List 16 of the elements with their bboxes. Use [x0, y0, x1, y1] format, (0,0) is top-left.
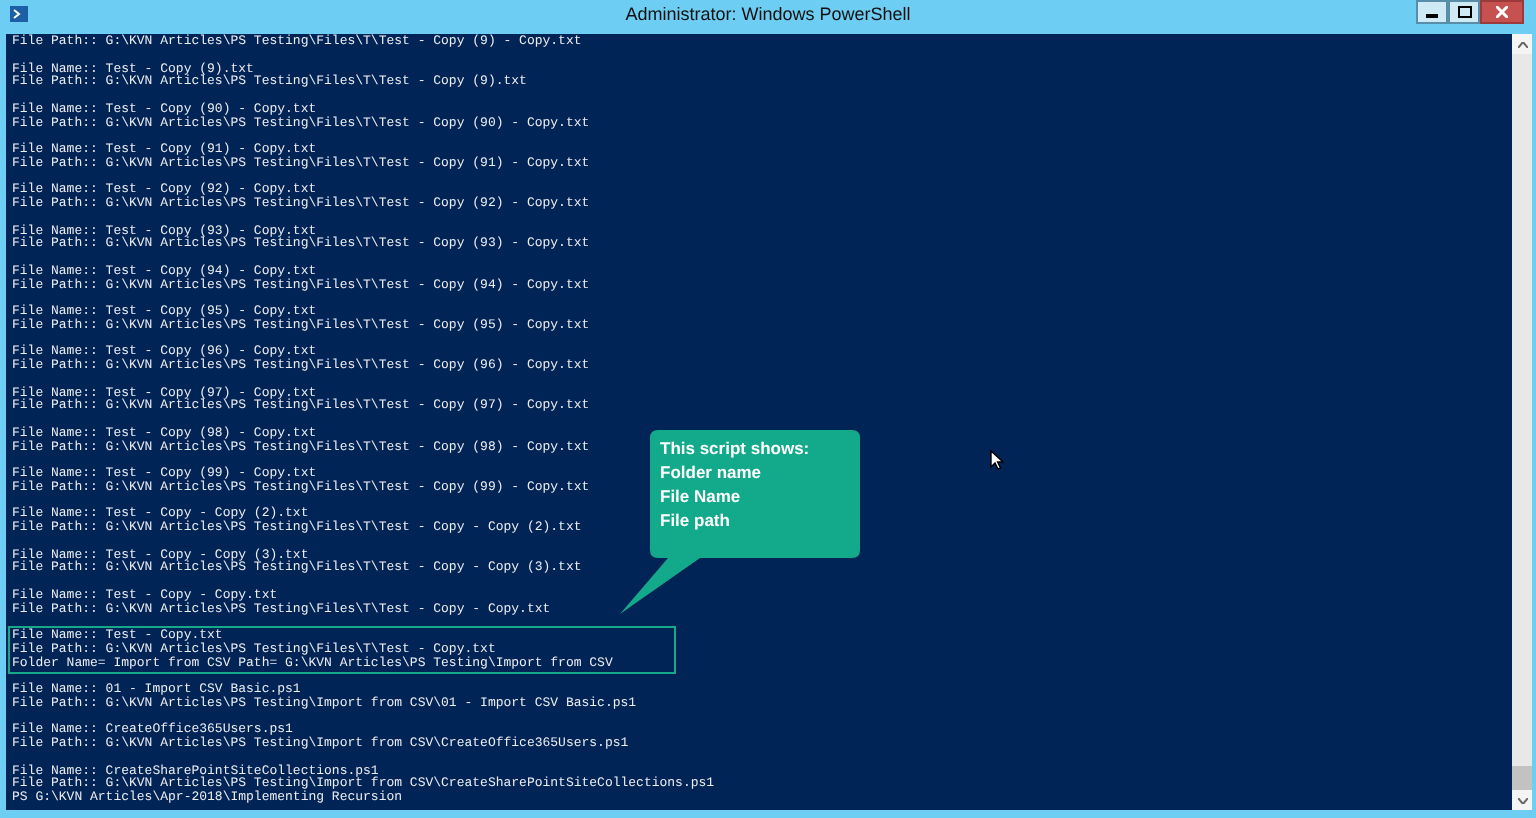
maximize-icon	[1457, 6, 1471, 18]
callout-text: File path	[660, 508, 732, 532]
callout-text: Folder name	[660, 460, 764, 484]
scroll-up-button[interactable]	[1512, 34, 1532, 54]
close-icon	[1496, 6, 1508, 18]
scroll-down-button[interactable]	[1512, 790, 1532, 810]
maximize-button[interactable]	[1448, 0, 1480, 24]
powershell-icon	[10, 6, 28, 22]
callout-text: This script shows:	[660, 436, 810, 460]
mouse-pointer-icon	[990, 450, 1004, 470]
scroll-thumb[interactable]	[1512, 766, 1532, 790]
callout-text: File Name	[660, 484, 743, 508]
window-title: Administrator: Windows PowerShell	[625, 4, 911, 24]
minimize-button[interactable]	[1416, 0, 1448, 24]
scrollbar[interactable]	[1512, 34, 1532, 810]
close-button[interactable]	[1480, 0, 1524, 24]
